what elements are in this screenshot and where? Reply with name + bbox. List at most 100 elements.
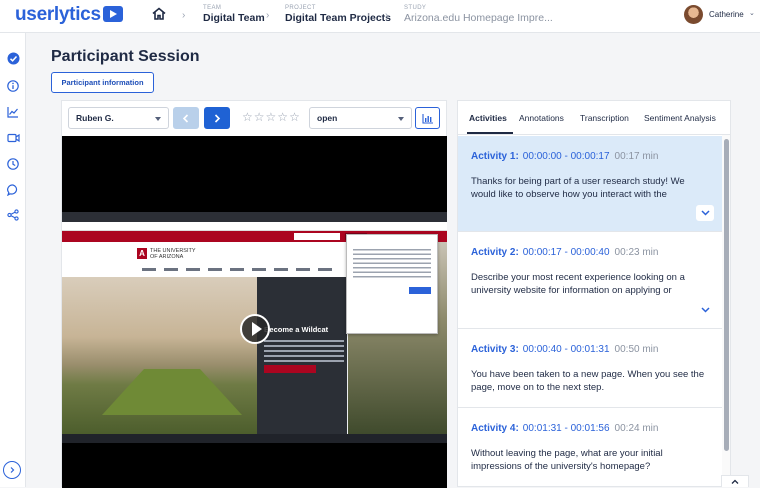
activity-duration: 00:24 min	[614, 423, 659, 434]
breadcrumb-value: Digital Team	[203, 12, 265, 24]
activity-range: 00:00:17 - 00:00:40	[522, 247, 610, 258]
banner-text-lines	[264, 340, 344, 362]
scrollbar-thumb[interactable]	[724, 139, 729, 451]
breadcrumb-project[interactable]: PROJECT Digital Team Projects	[285, 5, 391, 24]
activity-item[interactable]: Activity 4: 00:01:31 - 00:01:56 00:24 min …	[458, 408, 722, 486]
activity-header: Activity 2: 00:00:17 - 00:00:40 00:23 min	[471, 247, 658, 258]
activity-item[interactable]: Activity 3: 00:00:40 - 00:01:31 00:50 min …	[458, 329, 722, 408]
activity-header: Activity 1: 00:00:00 - 00:00:17 00:17 min	[471, 151, 658, 162]
info-icon	[7, 80, 19, 92]
tab-transcription[interactable]: Transcription	[580, 113, 629, 123]
clock-icon	[7, 158, 19, 170]
task-popup	[346, 234, 438, 334]
bar-chart-icon	[421, 113, 433, 124]
university-name-line2: OF ARIZONA	[150, 254, 184, 260]
active-tab-indicator	[467, 132, 513, 134]
sidebar-item-info[interactable]	[4, 77, 22, 95]
line-chart-icon	[7, 107, 18, 118]
chevron-down-icon	[398, 117, 404, 121]
sidebar-item-analytics[interactable]	[4, 103, 22, 121]
sidebar-item-check[interactable]	[4, 49, 22, 67]
os-taskbar	[62, 434, 447, 443]
campus-photo	[62, 277, 257, 435]
activity-header: Activity 3: 00:00:40 - 00:01:31 00:50 min	[471, 344, 658, 355]
home-icon[interactable]	[152, 7, 166, 25]
apply-button-thumbnail	[264, 365, 316, 373]
tab-sentiment-analysis[interactable]: Sentiment Analysis	[644, 113, 716, 123]
expand-activity-button[interactable]	[696, 205, 714, 221]
previous-participant-button[interactable]	[173, 107, 199, 129]
user-name[interactable]: Catherine	[709, 10, 744, 19]
star-icon[interactable]: ☆	[289, 110, 300, 124]
activity-duration: 00:50 min	[614, 344, 659, 355]
top-bar: userlytics › TEAM Digital Team › PROJECT…	[0, 0, 760, 33]
breadcrumb-team[interactable]: TEAM Digital Team	[203, 5, 265, 24]
chevron-down-icon[interactable]: ⌄	[749, 9, 755, 17]
tab-annotations[interactable]: Annotations	[519, 113, 564, 123]
star-icon[interactable]: ☆	[242, 110, 253, 124]
breadcrumb-key: STUDY	[404, 5, 427, 11]
expand-activity-button[interactable]	[696, 302, 714, 318]
chevron-down-icon	[700, 307, 710, 313]
breadcrumb-key: PROJECT	[285, 5, 316, 11]
status-select-value: open	[317, 113, 338, 123]
activity-duration: 00:23 min	[614, 247, 659, 258]
activity-text: Describe your most recent experience loo…	[471, 272, 685, 296]
chevron-right-icon: ›	[385, 10, 389, 21]
sidebar-item-video[interactable]	[4, 129, 22, 147]
userlytics-logo[interactable]: userlytics	[15, 4, 123, 26]
site-header: A THE UNIVERSITY OF ARIZONA	[62, 242, 348, 277]
wildcat-banner: Become a Wildcat	[257, 277, 347, 435]
activity-header: Activity 4: 00:01:31 - 00:01:56 00:24 min	[471, 423, 658, 434]
activity-text: You have been taken to a new page. When …	[471, 369, 705, 393]
sidebar-item-comments[interactable]	[4, 181, 22, 199]
avatar[interactable]	[684, 5, 703, 24]
activity-item[interactable]: Activity 2: 00:00:17 - 00:00:40 00:23 min …	[458, 232, 722, 329]
activity-label: Activity 4:	[471, 423, 519, 434]
star-icon[interactable]: ☆	[277, 110, 288, 124]
chevron-right-icon	[214, 113, 221, 123]
chevron-up-icon	[731, 479, 739, 484]
chevron-right-icon: ›	[266, 10, 270, 21]
activity-item[interactable]: Activity 1: 00:00:00 - 00:00:17 00:17 min …	[458, 136, 722, 232]
sidebar-item-history[interactable]	[4, 155, 22, 173]
video-camera-icon	[6, 133, 20, 143]
scroll-to-top-button[interactable]	[721, 475, 749, 487]
chevron-left-icon	[182, 113, 189, 123]
analytics-button[interactable]	[415, 107, 440, 129]
popup-text-lines	[353, 249, 431, 279]
participant-select-value: Ruben G.	[76, 113, 114, 123]
university-name: THE UNIVERSITY OF ARIZONA	[150, 248, 196, 260]
university-logo-icon: A	[137, 248, 147, 259]
play-button[interactable]	[240, 314, 270, 344]
status-select[interactable]: open	[309, 107, 412, 129]
browser-address-bar	[62, 222, 447, 231]
tab-activities[interactable]: Activities	[469, 113, 507, 123]
activity-range: 00:00:40 - 00:01:31	[522, 344, 610, 355]
chevron-right-icon	[10, 467, 15, 473]
video-frame[interactable]: A THE UNIVERSITY OF ARIZONA Become a Wil…	[62, 136, 447, 488]
chevron-right-icon: ›	[182, 10, 186, 21]
star-icon[interactable]: ☆	[266, 110, 277, 124]
activity-label: Activity 3:	[471, 344, 519, 355]
browser-tabs	[62, 212, 447, 222]
participant-select[interactable]: Ruben G.	[68, 107, 169, 129]
sidebar-expand-button[interactable]	[3, 461, 21, 479]
breadcrumb-value: Digital Team Projects	[285, 12, 392, 24]
next-participant-button[interactable]	[204, 107, 230, 129]
site-heading: Become a Wildcat	[264, 325, 329, 334]
activity-range: 00:00:00 - 00:00:17	[522, 151, 610, 162]
rating-stars[interactable]: ☆ ☆ ☆ ☆ ☆	[242, 110, 300, 124]
activity-label: Activity 1:	[471, 151, 519, 162]
site-search-box	[294, 233, 340, 240]
activities-scrollbar[interactable]	[722, 135, 730, 486]
check-circle-icon	[7, 52, 19, 64]
participant-information-button[interactable]: Participant information	[51, 72, 154, 93]
logo-play-icon	[102, 6, 123, 22]
activities-panel: Activities Annotations Transcription Sen…	[457, 100, 731, 487]
logo-text: userlytics	[15, 4, 101, 25]
sidebar-item-share[interactable]	[4, 206, 22, 224]
star-icon[interactable]: ☆	[254, 110, 265, 124]
sidebar	[0, 33, 26, 487]
activity-duration: 00:17 min	[614, 151, 659, 162]
